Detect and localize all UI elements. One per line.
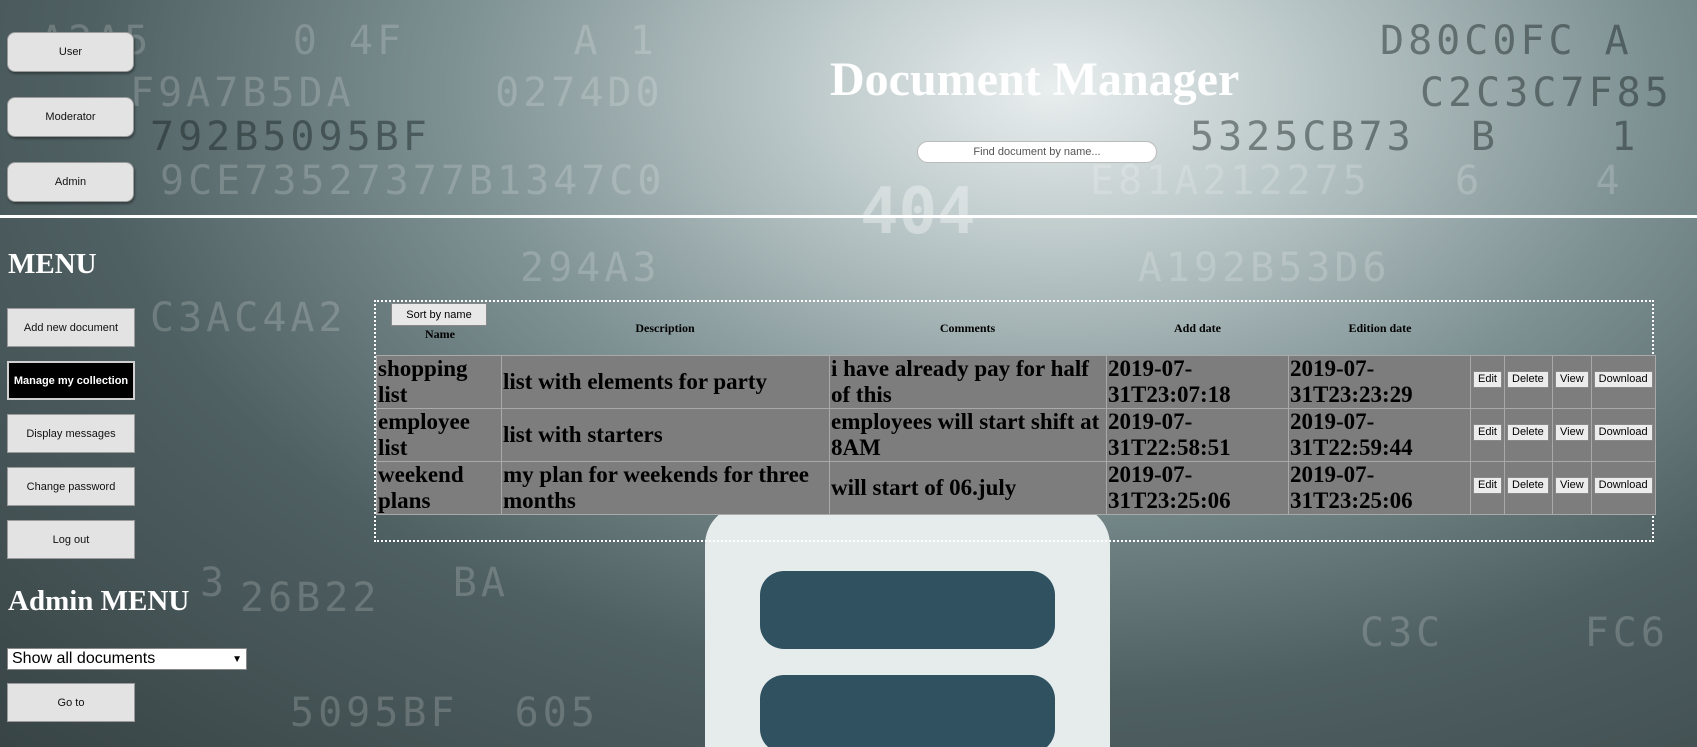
column-header-comments: Comments — [939, 321, 996, 335]
menu-heading: MENU — [8, 248, 97, 280]
download-cell: Download — [1590, 408, 1656, 462]
delete-button[interactable]: Delete — [1507, 477, 1549, 494]
user-role-button[interactable]: User — [7, 32, 134, 72]
document-edition-date: 2019-07-31T23:23:29 — [1288, 355, 1471, 409]
document-comments: will start of 06.july — [829, 461, 1107, 515]
delete-button[interactable]: Delete — [1507, 424, 1549, 441]
view-button[interactable]: View — [1555, 371, 1589, 388]
document-description: list with starters — [501, 408, 830, 462]
chevron-down-icon: ▼ — [232, 653, 242, 665]
sort-by-name-button[interactable]: Sort by name — [391, 303, 487, 326]
admin-role-button[interactable]: Admin — [7, 162, 134, 202]
change-password-button[interactable]: Change password — [7, 467, 135, 506]
document-add-date: 2019-07-31T23:25:06 — [1106, 461, 1289, 515]
page-title: Document Manager — [830, 53, 1240, 106]
logout-button[interactable]: Log out — [7, 520, 135, 559]
document-edition-date: 2019-07-31T22:59:44 — [1288, 408, 1471, 462]
search-input[interactable] — [917, 141, 1157, 163]
document-comments: employees will start shift at 8AM — [829, 408, 1107, 462]
document-add-date: 2019-07-31T22:58:51 — [1106, 408, 1289, 462]
download-cell: Download — [1590, 355, 1656, 409]
download-button[interactable]: Download — [1593, 424, 1653, 441]
delete-cell: Delete — [1504, 408, 1553, 462]
table-row: employee list list with starters employe… — [376, 408, 1656, 462]
edit-button[interactable]: Edit — [1473, 371, 1502, 388]
document-description: list with elements for party — [501, 355, 830, 409]
admin-select-value: Show all documents — [12, 650, 156, 667]
view-button[interactable]: View — [1555, 477, 1589, 494]
download-cell: Download — [1590, 461, 1656, 515]
view-cell: View — [1552, 408, 1592, 462]
column-header-edition-date: Edition date — [1348, 321, 1412, 335]
download-button[interactable]: Download — [1593, 371, 1653, 388]
table-row: weekend plans my plan for weekends for t… — [376, 461, 1656, 515]
column-header-add-date: Add date — [1173, 321, 1221, 335]
document-name: shopping list — [376, 355, 502, 409]
edit-cell: Edit — [1470, 461, 1505, 515]
document-comments: i have already pay for half of this — [829, 355, 1107, 409]
delete-cell: Delete — [1504, 355, 1553, 409]
display-messages-button[interactable]: Display messages — [7, 414, 135, 453]
admin-menu-heading: Admin MENU — [8, 585, 190, 617]
view-cell: View — [1552, 355, 1592, 409]
edit-button[interactable]: Edit — [1473, 424, 1502, 441]
table-row: shopping list list with elements for par… — [376, 355, 1656, 409]
document-name: weekend plans — [376, 461, 502, 515]
delete-cell: Delete — [1504, 461, 1553, 515]
add-document-button[interactable]: Add new document — [7, 308, 135, 347]
column-header-name: Name — [425, 327, 455, 341]
document-description: my plan for weekends for three months — [501, 461, 830, 515]
manage-collection-button[interactable]: Manage my collection — [7, 361, 135, 400]
download-button[interactable]: Download — [1593, 477, 1653, 494]
edit-cell: Edit — [1470, 355, 1505, 409]
moderator-role-button[interactable]: Moderator — [7, 97, 134, 137]
column-header-description: Description — [635, 321, 695, 335]
document-edition-date: 2019-07-31T23:25:06 — [1288, 461, 1471, 515]
view-button[interactable]: View — [1555, 424, 1589, 441]
admin-documents-select[interactable]: Show all documents ▼ — [7, 648, 247, 670]
document-add-date: 2019-07-31T23:07:18 — [1106, 355, 1289, 409]
document-name: employee list — [376, 408, 502, 462]
delete-button[interactable]: Delete — [1507, 371, 1549, 388]
documents-table: shopping list list with elements for par… — [376, 355, 1656, 515]
edit-cell: Edit — [1470, 408, 1505, 462]
edit-button[interactable]: Edit — [1473, 477, 1502, 494]
go-to-button[interactable]: Go to — [7, 683, 135, 722]
header-divider — [0, 215, 1697, 218]
view-cell: View — [1552, 461, 1592, 515]
